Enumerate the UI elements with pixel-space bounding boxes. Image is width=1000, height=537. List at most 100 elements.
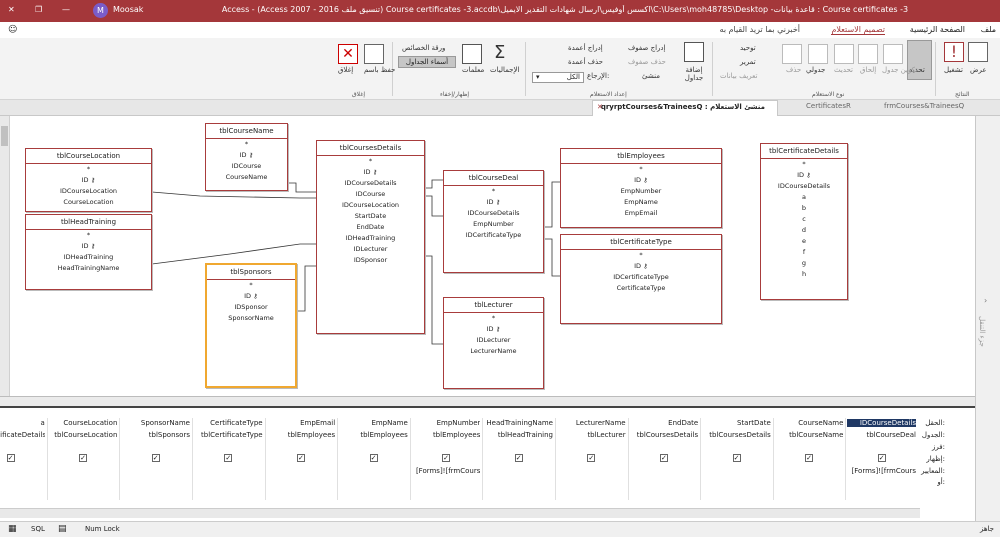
- field-id[interactable]: ID ⚷: [207, 291, 295, 302]
- close-tab-icon[interactable]: ✕: [597, 103, 603, 111]
- field-all[interactable]: *: [26, 164, 151, 175]
- field-e[interactable]: e: [761, 236, 847, 247]
- field-idheadtraining[interactable]: IDHeadTraining: [317, 233, 424, 244]
- totals-button[interactable]: الإجماليات: [490, 66, 519, 74]
- run-icon[interactable]: !: [944, 42, 964, 62]
- avatar[interactable]: M: [93, 3, 108, 18]
- grid-field-cell[interactable]: EmpNumber: [412, 419, 481, 427]
- vertical-scrollbar[interactable]: [0, 116, 10, 396]
- grid-show-checkbox[interactable]: ✓: [805, 454, 814, 462]
- field-idsponsor[interactable]: IDSponsor: [207, 302, 295, 313]
- field-courselocation[interactable]: CourseLocation: [26, 197, 151, 208]
- grid-table-cell[interactable]: tblLecturer: [557, 431, 625, 439]
- grid-table-cell[interactable]: tblCourseDeal: [847, 431, 916, 439]
- sql-view-button[interactable]: SQL: [31, 525, 45, 533]
- grid-field-cell[interactable]: StartDate: [702, 419, 771, 427]
- field-idcourselocation[interactable]: IDCourseLocation: [26, 186, 151, 197]
- grid-show-checkbox[interactable]: ✓: [151, 454, 160, 462]
- field-all[interactable]: *: [444, 313, 543, 324]
- field-empemail[interactable]: EmpEmail: [561, 208, 721, 219]
- table-title[interactable]: tblEmployees: [561, 149, 721, 164]
- grid-field-cell[interactable]: EndDate: [630, 419, 698, 427]
- field-certificatetype[interactable]: CertificateType: [561, 283, 721, 294]
- navigation-pane[interactable]: جزء التنقل ›: [975, 116, 1000, 521]
- delete-columns-button[interactable]: حذف أعمدة: [568, 58, 603, 66]
- field-all[interactable]: *: [444, 186, 543, 197]
- tab-certificatesr[interactable]: CertificatesR: [806, 102, 851, 110]
- grid-field-cell[interactable]: IDCourseDetails: [847, 419, 916, 427]
- crosstab-icon[interactable]: [808, 44, 828, 64]
- grid-show-checkbox[interactable]: ✓: [224, 454, 233, 462]
- field-startdate[interactable]: StartDate: [317, 211, 424, 222]
- field-d[interactable]: d: [761, 225, 847, 236]
- field-idcoursedetails[interactable]: IDCourseDetails: [317, 178, 424, 189]
- close-window-icon[interactable]: ✕: [8, 5, 15, 14]
- builder-button[interactable]: منشئ: [642, 72, 660, 80]
- grid-show-checkbox[interactable]: ✓: [587, 454, 596, 462]
- return-select[interactable]: الكل ▾: [532, 72, 584, 83]
- grid-show-checkbox[interactable]: ✓: [369, 454, 378, 462]
- field-lecturername[interactable]: LecturerName: [444, 346, 543, 357]
- field-enddate[interactable]: EndDate: [317, 222, 424, 233]
- grid-field-cell[interactable]: CourseName: [775, 419, 843, 427]
- field-idlecturer[interactable]: IDLecturer: [444, 335, 543, 346]
- restore-window-icon[interactable]: ❐: [35, 5, 42, 14]
- insert-rows-button[interactable]: إدراج صفوف: [628, 44, 666, 52]
- grid-show-checkbox[interactable]: ✓: [296, 454, 305, 462]
- field-id[interactable]: ID ⚷: [561, 175, 721, 186]
- run-button[interactable]: تشغيل: [944, 66, 963, 74]
- grid-criteria-cell[interactable]: [Forms]![frmCours: [847, 467, 916, 475]
- table-tblcertificatedetails[interactable]: tblCertificateDetails * ID ⚷ IDCourseDet…: [760, 143, 848, 300]
- show-table-button[interactable]: إضافة جداول: [680, 66, 708, 82]
- table-title[interactable]: tblCertificateDetails: [761, 144, 847, 159]
- field-id[interactable]: ID ⚷: [26, 241, 151, 252]
- grid-show-checkbox[interactable]: ✓: [877, 454, 886, 462]
- field-all[interactable]: *: [207, 280, 295, 291]
- select-query-icon[interactable]: [907, 40, 932, 80]
- field-id[interactable]: ID ⚷: [561, 261, 721, 272]
- grid-table-cell[interactable]: tblCertificateDetails: [0, 431, 45, 439]
- table-names-button[interactable]: أسماء الجداول: [398, 56, 456, 68]
- grid-show-checkbox[interactable]: ✓: [659, 454, 668, 462]
- table-tbllecturer[interactable]: tblLecturer * ID ⚷ IDLecturer LecturerNa…: [443, 297, 544, 389]
- save-as-icon[interactable]: [364, 44, 384, 64]
- field-id[interactable]: ID ⚷: [444, 324, 543, 335]
- table-tblheadtraining[interactable]: tblHeadTraining * ID ⚷ IDHeadTraining He…: [25, 214, 152, 290]
- tell-me-search[interactable]: أخبرني بما تريد القيام به: [720, 25, 800, 34]
- parameters-button[interactable]: معلمات: [462, 66, 484, 74]
- horizontal-scrollbar[interactable]: [0, 508, 920, 518]
- scrollbar-thumb[interactable]: [1, 126, 8, 146]
- field-a[interactable]: a: [761, 192, 847, 203]
- parameters-icon[interactable]: [462, 44, 482, 64]
- field-idheadtraining[interactable]: IDHeadTraining: [26, 252, 151, 263]
- field-idcourselocation[interactable]: IDCourseLocation: [317, 200, 424, 211]
- property-sheet-button[interactable]: ورقة الخصائص: [402, 44, 445, 52]
- field-idcourse[interactable]: IDCourse: [206, 161, 287, 172]
- field-id[interactable]: ID ⚷: [206, 150, 287, 161]
- grid-show-checkbox[interactable]: ✓: [442, 454, 451, 462]
- update-button[interactable]: تحديث: [834, 66, 853, 74]
- tab-query-design-doc[interactable]: qryrptCourses&TraineesQ : منشئ الاستعلام…: [592, 100, 778, 116]
- field-id[interactable]: ID ⚷: [444, 197, 543, 208]
- crosstab-button[interactable]: جدولي: [806, 66, 825, 74]
- field-headtrainingname[interactable]: HeadTrainingName: [26, 263, 151, 274]
- field-f[interactable]: f: [761, 247, 847, 258]
- grid-show-checkbox[interactable]: ✓: [6, 454, 15, 462]
- grid-criteria-cell[interactable]: [Forms]![frmCours: [412, 467, 480, 475]
- table-title[interactable]: tblSponsors: [207, 265, 295, 280]
- tab-query-design[interactable]: تصميم الاستعلام: [831, 25, 885, 35]
- field-all[interactable]: *: [561, 164, 721, 175]
- grid-field-cell[interactable]: a: [0, 419, 45, 427]
- minimize-window-icon[interactable]: —: [62, 5, 70, 14]
- expand-nav-icon[interactable]: ›: [984, 296, 987, 305]
- grid-table-cell[interactable]: tblCourseLocation: [49, 431, 117, 439]
- field-idcourse[interactable]: IDCourse: [317, 189, 424, 200]
- field-idcertificatetype[interactable]: IDCertificateType: [444, 230, 543, 241]
- grid-show-checkbox[interactable]: ✓: [732, 454, 741, 462]
- grid-field-cell[interactable]: CourseLocation: [49, 419, 117, 427]
- tab-frmcourses[interactable]: frmCourses&TraineesQ: [884, 102, 964, 110]
- table-title[interactable]: tblCertificateType: [561, 235, 721, 250]
- field-id[interactable]: ID ⚷: [26, 175, 151, 186]
- save-as-button[interactable]: حفظ باسم: [364, 66, 395, 74]
- field-idcoursedetails[interactable]: IDCourseDetails: [444, 208, 543, 219]
